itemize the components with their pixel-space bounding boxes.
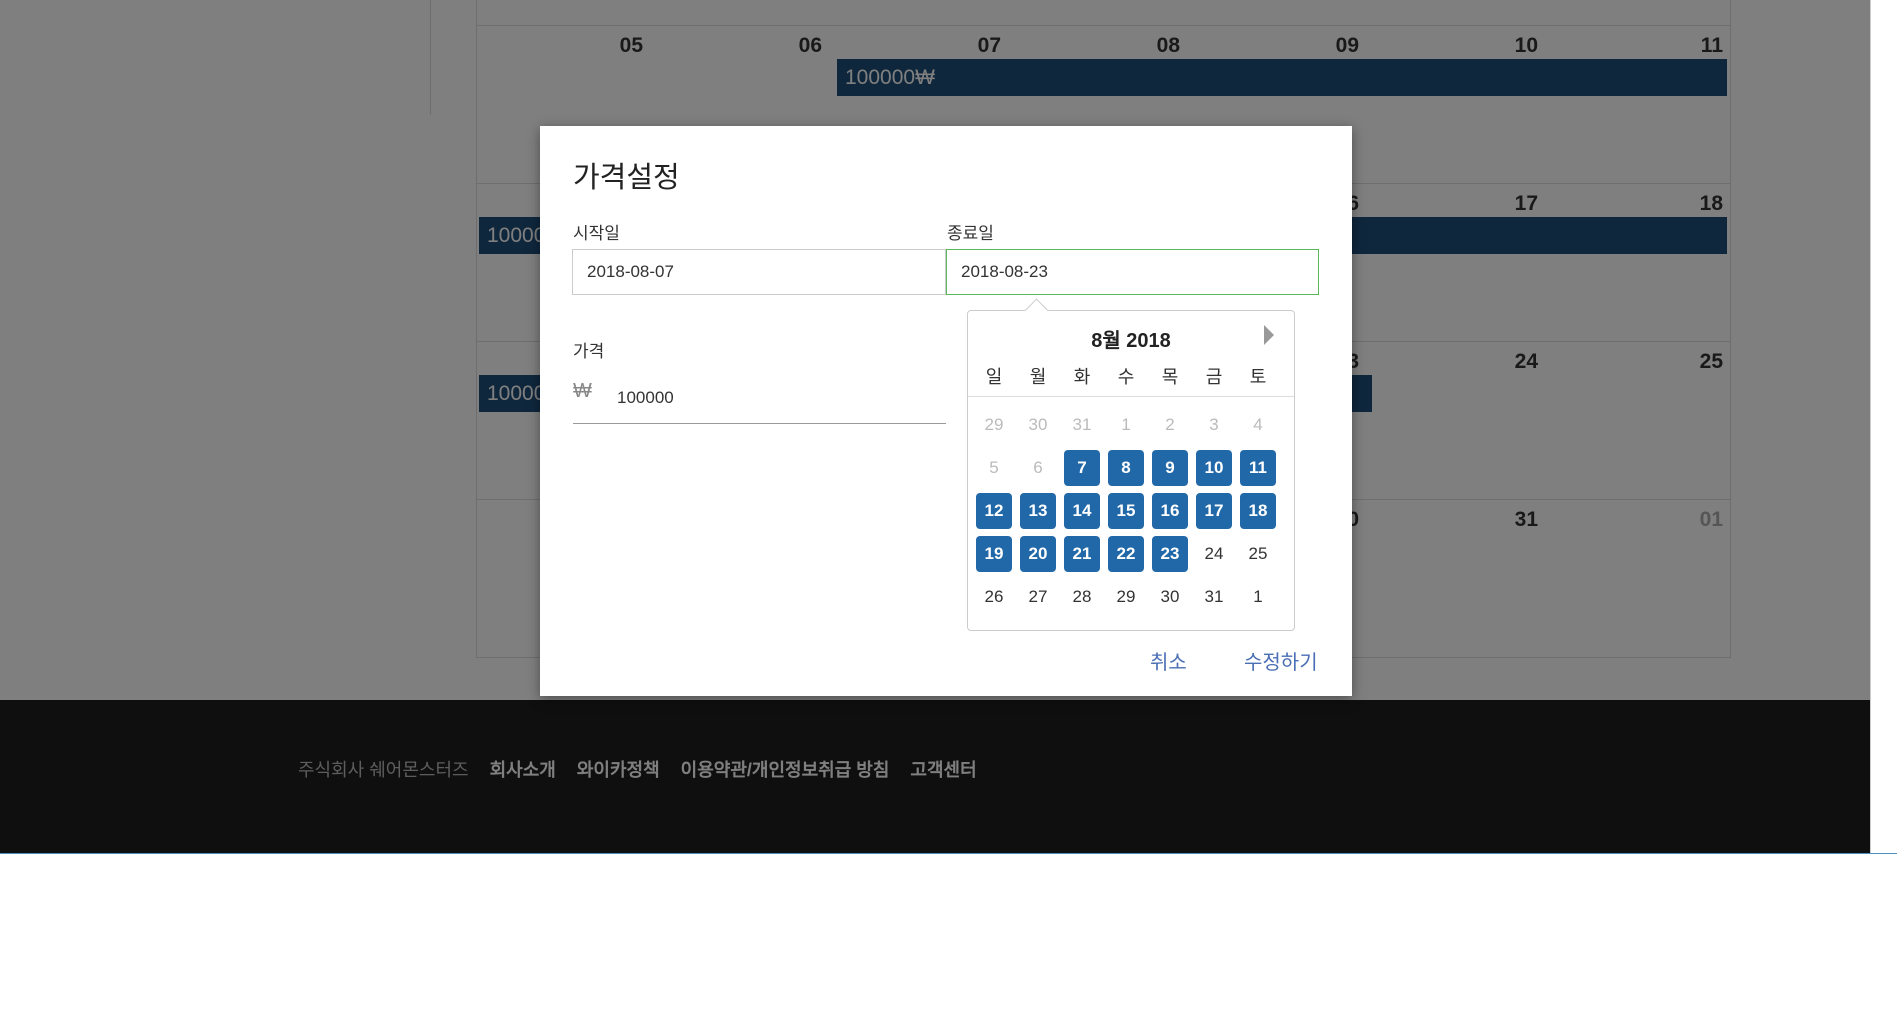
date-cell[interactable]: 31 <box>1064 407 1100 443</box>
date-cell-selected[interactable]: 17 <box>1196 493 1232 529</box>
date-cell[interactable]: 28 <box>1064 579 1100 615</box>
weekday-header: 금 <box>1205 367 1223 387</box>
date-cell-selected[interactable]: 20 <box>1020 536 1056 572</box>
date-cell[interactable]: 29 <box>1108 579 1144 615</box>
date-cell-selected[interactable]: 12 <box>976 493 1012 529</box>
date-cell[interactable]: 30 <box>1152 579 1188 615</box>
date-cell-selected[interactable]: 18 <box>1240 493 1276 529</box>
start-date-label: 시작일 <box>573 224 620 243</box>
date-cell[interactable]: 6 <box>1020 450 1056 486</box>
date-cell[interactable]: 31 <box>1196 579 1232 615</box>
date-picker-header: 8월 2018 일 월 화 수 목 금 토 <box>968 311 1294 397</box>
end-date-label: 종료일 <box>947 224 994 243</box>
date-cell-selected[interactable]: 22 <box>1108 536 1144 572</box>
date-cell-selected[interactable]: 9 <box>1152 450 1188 486</box>
date-picker: 8월 2018 일월화수목금토 29 30 31 1 2 3 4 5 6 7 8 9 10 11 12 13 1… <box>967 298 1295 631</box>
date-cell-selected[interactable]: 10 <box>1196 450 1232 486</box>
won-currency-icon: ₩ <box>573 380 592 402</box>
weekday-header: 일 <box>985 367 1003 387</box>
price-field[interactable]: ₩ 100000 <box>573 366 946 424</box>
date-picker-month-label: 8월 2018 <box>1091 330 1171 352</box>
dialog-title: 가격설정 <box>573 162 680 194</box>
date-cell-selected[interactable]: 7 <box>1064 450 1100 486</box>
start-date-input[interactable]: 2018-08-07 <box>572 249 946 295</box>
date-cell-selected[interactable]: 14 <box>1064 493 1100 529</box>
date-cell-selected[interactable]: 11 <box>1240 450 1276 486</box>
end-date-input[interactable]: 2018-08-23 <box>946 249 1319 295</box>
date-cell[interactable]: 24 <box>1196 536 1232 572</box>
date-cell[interactable]: 1 <box>1108 407 1144 443</box>
date-cell[interactable]: 2 <box>1152 407 1188 443</box>
date-cell[interactable]: 4 <box>1240 407 1276 443</box>
date-cell-selected[interactable]: 8 <box>1108 450 1144 486</box>
weekday-header: 수 <box>1117 367 1135 387</box>
date-cell[interactable]: 30 <box>1020 407 1056 443</box>
date-cell-selected[interactable]: 19 <box>976 536 1012 572</box>
price-input[interactable]: 100000 <box>617 388 674 408</box>
date-cell[interactable]: 1 <box>1240 579 1276 615</box>
cancel-button[interactable]: 취소 <box>1150 646 1187 675</box>
date-cell[interactable]: 29 <box>976 407 1012 443</box>
date-cell-selected[interactable]: 15 <box>1108 493 1144 529</box>
date-cell-selected[interactable]: 23 <box>1152 536 1188 572</box>
date-cell[interactable]: 27 <box>1020 579 1056 615</box>
date-cell[interactable]: 26 <box>976 579 1012 615</box>
page-bottom-border <box>0 853 1897 854</box>
submit-edit-button[interactable]: 수정하기 <box>1244 646 1318 675</box>
weekday-header: 화 <box>1073 367 1091 387</box>
date-cell[interactable]: 25 <box>1240 536 1276 572</box>
price-label: 가격 <box>573 342 605 361</box>
date-cell-selected[interactable]: 16 <box>1152 493 1188 529</box>
date-cell[interactable]: 5 <box>976 450 1012 486</box>
weekday-header: 월 <box>1029 367 1047 387</box>
scrollbar[interactable] <box>1870 0 1897 853</box>
weekday-header: 목 <box>1161 367 1179 387</box>
next-month-arrow-icon[interactable] <box>1264 325 1274 345</box>
date-cell[interactable]: 3 <box>1196 407 1232 443</box>
weekday-header: 토 <box>1249 367 1267 387</box>
date-cell-selected[interactable]: 21 <box>1064 536 1100 572</box>
date-cell-selected[interactable]: 13 <box>1020 493 1056 529</box>
price-setting-dialog: 가격설정 시작일 2018-08-07 종료일 2018-08-23 가격 ₩ … <box>540 126 1352 696</box>
